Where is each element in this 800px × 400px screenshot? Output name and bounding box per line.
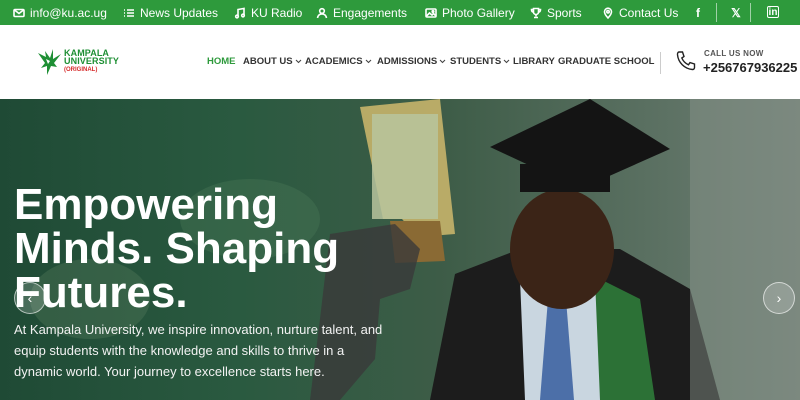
nav-home[interactable]: HOME bbox=[207, 56, 236, 67]
location-pin-icon bbox=[603, 6, 613, 19]
music-note-icon bbox=[234, 7, 246, 19]
nav-home-label: HOME bbox=[207, 56, 236, 67]
list-icon bbox=[124, 8, 134, 17]
trophy-icon bbox=[530, 7, 542, 18]
email-text: info@ku.ac.ug bbox=[30, 5, 107, 20]
divider bbox=[660, 52, 661, 74]
hero-title-line2: Minds. Shaping bbox=[14, 224, 340, 273]
engagements-text: Engagements bbox=[333, 5, 408, 20]
ku-radio-link[interactable]: KU Radio bbox=[234, 0, 302, 25]
nav-library[interactable]: LIBRARY bbox=[513, 56, 555, 67]
nav-graduate-school-label: GRADUATE SCHOOL bbox=[558, 56, 655, 67]
nav-students-label: STUDENTS bbox=[450, 56, 502, 67]
nav-about-us-label: ABOUT US bbox=[243, 56, 293, 67]
next-slide-button[interactable]: › bbox=[763, 282, 795, 314]
divider bbox=[716, 3, 717, 22]
sports-link[interactable]: Sports bbox=[530, 0, 582, 25]
engagements-link[interactable]: Engagements bbox=[316, 0, 407, 25]
nav-academics-label: ACADEMICS bbox=[305, 56, 363, 67]
top-bar: info@ku.ac.ug News Updates KU Radio Enga… bbox=[0, 0, 800, 25]
chevron-down-icon bbox=[503, 59, 510, 64]
nav-graduate-school[interactable]: GRADUATE SCHOOL bbox=[558, 56, 654, 67]
hero-title: Empowering Minds. Shaping Futures. bbox=[14, 183, 394, 315]
x-twitter-icon[interactable]: 𝕏 bbox=[729, 0, 743, 25]
news-updates-text: News Updates bbox=[140, 5, 219, 20]
nav-students[interactable]: STUDENTS bbox=[450, 56, 510, 67]
email-link[interactable]: info@ku.ac.ug bbox=[13, 0, 107, 25]
nav-library-label: LIBRARY bbox=[513, 56, 555, 67]
hero-title-line1: Empowering bbox=[14, 180, 279, 229]
ku-radio-text: KU Radio bbox=[251, 5, 303, 20]
phone-icon bbox=[676, 51, 696, 71]
phone-number[interactable]: +256767936225 bbox=[703, 60, 797, 75]
hero-description: At Kampala University, we inspire innova… bbox=[14, 322, 383, 379]
hero-banner: Empowering Minds. Shaping Futures. At Ka… bbox=[0, 99, 800, 400]
photo-gallery-text: Photo Gallery bbox=[442, 5, 515, 20]
divider bbox=[750, 3, 751, 22]
nav-admissions-label: ADMISSIONS bbox=[377, 56, 438, 67]
contact-us-link[interactable]: Contact Us bbox=[602, 0, 678, 25]
chevron-left-icon: ‹ bbox=[27, 290, 33, 306]
nav-about-us[interactable]: ABOUT US bbox=[243, 56, 302, 67]
image-icon bbox=[425, 7, 437, 18]
chevron-down-icon bbox=[295, 59, 302, 64]
site-header: KAMPALA UNIVERSITY (ORIGINAL) HOME ABOUT… bbox=[0, 25, 800, 99]
nav-academics[interactable]: ACADEMICS bbox=[305, 56, 372, 67]
contact-us-text: Contact Us bbox=[619, 5, 679, 20]
facebook-icon[interactable]: f bbox=[691, 0, 705, 25]
call-us-label: CALL US NOW bbox=[704, 49, 764, 58]
nav-admissions[interactable]: ADMISSIONS bbox=[377, 56, 446, 67]
chevron-right-icon: › bbox=[776, 290, 782, 306]
mail-icon bbox=[13, 8, 25, 17]
news-updates-link[interactable]: News Updates bbox=[123, 0, 218, 25]
chevron-down-icon bbox=[439, 59, 446, 64]
photo-gallery-link[interactable]: Photo Gallery bbox=[425, 0, 515, 25]
chevron-down-icon bbox=[365, 59, 371, 64]
prev-slide-button[interactable]: ‹ bbox=[14, 282, 46, 314]
linkedin-icon[interactable]: in bbox=[767, 6, 779, 18]
sports-text: Sports bbox=[547, 5, 582, 20]
user-icon bbox=[316, 7, 328, 18]
